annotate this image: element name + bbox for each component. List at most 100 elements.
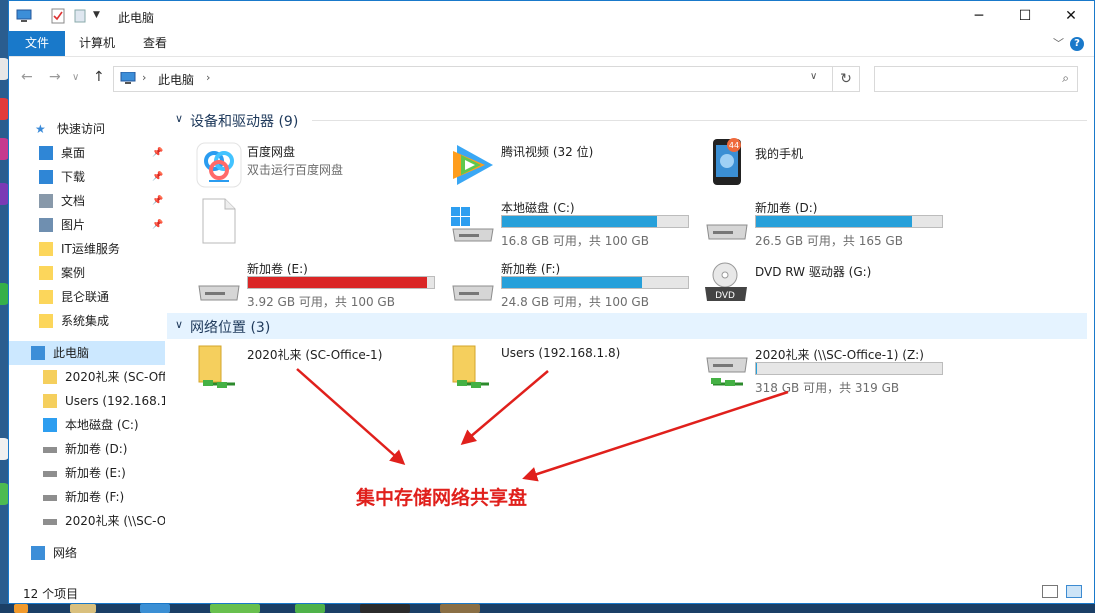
network-drive-icon [43,519,57,525]
tab-computer[interactable]: 计算机 [65,31,129,56]
sidebar-item[interactable]: 2020礼来 (SC-Offic [9,365,165,389]
tile-name: 新加卷 (D:) [755,201,818,215]
large-icons-view-icon[interactable] [1066,585,1082,598]
sidebar-item[interactable]: IT运维服务 [9,237,165,261]
sidebar-item[interactable]: 案例 [9,261,165,285]
dvd-label: DVD [715,291,735,301]
search-icon: ⌕ [1062,71,1069,85]
breadcrumb-chevron-icon[interactable]: › [206,71,210,84]
baidu-netdisk-icon [196,142,242,188]
network-drive-icon [706,357,748,386]
group-header-devices[interactable]: ∨ 设备和驱动器 (9) [167,107,1087,133]
forward-arrow-icon[interactable]: → [49,69,61,85]
sidebar-item-label: 文档 [61,194,86,208]
sidebar-item-label: 案例 [61,266,86,280]
pc-icon[interactable] [16,8,32,24]
refresh-button[interactable]: ↻ [832,66,860,92]
drive-icon [43,495,57,501]
sidebar-item-label: 网络 [53,546,78,560]
breadcrumb-chevron-icon[interactable]: › [142,71,146,84]
sidebar-item[interactable]: 本地磁盘 (C:) [9,413,165,437]
sidebar-item[interactable]: 系统集成 [9,309,165,333]
sidebar-item[interactable]: 下载 📌 [9,165,165,189]
details-view-icon[interactable] [1042,585,1058,598]
expand-ribbon-chevron-icon[interactable]: ﹀ [1053,35,1064,51]
tile-network-share-2020[interactable]: 2020礼来 (SC-Office-1) [195,344,445,396]
search-input[interactable]: ⌕ [874,66,1078,92]
capacity-text: 26.5 GB 可用，共 165 GB [755,234,903,248]
recent-locations-chevron-icon[interactable]: ∨ [72,72,79,83]
back-arrow-icon[interactable]: ← [21,69,33,85]
taskbar-app-icon[interactable] [295,604,325,613]
sidebar-item[interactable]: 文档 📌 [9,189,165,213]
taskbar-app-icon[interactable] [440,604,480,613]
tile-network-share-users[interactable]: Users (192.168.1.8) [449,344,699,396]
tile-dvd-drive[interactable]: DVD DVD RW 驱动器 (G:) [703,261,953,313]
sidebar-item-label: 昆仑联通 [61,290,110,304]
network-folder-icon [43,394,57,408]
address-history-chevron-icon[interactable]: ∨ [810,71,817,82]
tile-name: DVD RW 驱动器 (G:) [755,265,872,279]
capacity-fill [502,216,657,227]
sidebar-item[interactable]: 此电脑 [9,341,165,365]
collapse-chevron-icon[interactable]: ∨ [175,318,183,331]
blank-file-icon [202,198,236,244]
sidebar-item-label: 下载 [61,170,86,184]
sidebar-item[interactable]: 昆仑联通 [9,285,165,309]
up-arrow-icon[interactable]: ↑ [93,69,105,85]
tile-drive-c[interactable]: 本地磁盘 (C:) 16.8 GB 可用，共 100 GB [449,197,699,249]
capacity-text: 318 GB 可用，共 319 GB [755,381,900,395]
taskbar-app-icon[interactable] [14,604,28,613]
pin-icon[interactable]: 📌 [152,141,163,165]
taskbar-app-icon[interactable] [70,604,96,613]
group-header-network[interactable]: ∨ 网络位置 (3) [167,313,1087,339]
tab-view[interactable]: 查看 [129,31,181,56]
taskbar-app-icon[interactable] [210,604,260,613]
maximize-button[interactable]: ☐ [1002,1,1048,31]
sidebar-item[interactable]: ★ 快速访问 [9,117,165,141]
capacity-bar [247,276,435,289]
tile-drive-d[interactable]: 新加卷 (D:) 26.5 GB 可用，共 165 GB [703,197,953,249]
sidebar-item[interactable]: 2020礼来 (\\SC-Of [9,509,165,533]
sidebar-item[interactable]: 图片 📌 [9,213,165,237]
pin-icon[interactable]: 📌 [152,189,163,213]
tab-file[interactable]: 文件 [9,31,66,56]
tile-unnamed-file[interactable] [195,197,445,249]
sidebar-item[interactable]: 新加卷 (D:) [9,437,165,461]
tile-network-drive-z[interactable]: 2020礼来 (\\SC-Office-1) (Z:) 318 GB 可用，共 … [703,344,953,396]
customize-qa-chevron-icon[interactable]: ▼ [93,10,100,20]
capacity-fill [756,216,913,227]
new-folder-icon[interactable] [72,8,88,24]
taskbar-app-icon[interactable] [140,604,170,613]
tile-tencent-video[interactable]: 腾讯视频 (32 位) [449,141,699,193]
sidebar-item[interactable]: 网络 [9,541,165,565]
item-count: 12 个项目 [23,587,79,601]
tile-drive-e[interactable]: 新加卷 (E:) 3.92 GB 可用，共 100 GB [195,258,445,310]
taskbar-app-icon[interactable] [360,604,410,613]
sidebar-item[interactable]: 新加卷 (F:) [9,485,165,509]
sidebar-item[interactable]: 新加卷 (E:) [9,461,165,485]
sidebar-item[interactable]: Users (192.168.1.8 [9,389,165,413]
capacity-fill [248,277,427,288]
download-icon [39,170,53,184]
tile-drive-f[interactable]: 新加卷 (F:) 24.8 GB 可用，共 100 GB [449,258,699,310]
tile-name: 本地磁盘 (C:) [501,201,575,215]
window-title: 此电脑 [118,11,155,25]
tile-baidu-netdisk[interactable]: 百度网盘 双击运行百度网盘 [195,141,445,193]
address-bar[interactable]: › 此电脑 › [113,66,833,92]
collapse-chevron-icon[interactable]: ∨ [175,112,183,125]
breadcrumb-this-pc[interactable]: 此电脑 [158,71,194,88]
sidebar-item[interactable]: 桌面 📌 [9,141,165,165]
close-button[interactable]: ✕ [1048,1,1094,31]
tile-my-phone[interactable]: 44 我的手机 [703,137,953,189]
help-button[interactable]: ? [1070,37,1084,51]
refresh-icon: ↻ [840,71,852,87]
properties-icon[interactable] [50,8,66,24]
minimize-button[interactable]: ─ [956,1,1002,31]
drive-icon [706,224,748,240]
pin-icon[interactable]: 📌 [152,213,163,237]
pin-icon[interactable]: 📌 [152,165,163,189]
tile-name: 2020礼来 (\\SC-Office-1) (Z:) [755,348,924,362]
capacity-bar [755,362,943,375]
sidebar-item-label: 2020礼来 (\\SC-Of [65,514,165,528]
